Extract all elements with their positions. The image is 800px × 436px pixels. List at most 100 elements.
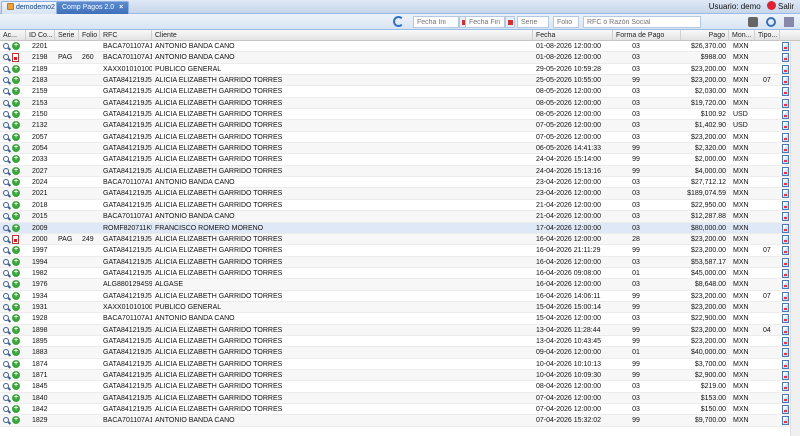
table-row[interactable]: +2015 BACA701107A17 ANTONIO BANDA CANO 21-0… xyxy=(0,211,790,223)
print-icon[interactable] xyxy=(748,17,758,27)
view-magnifier-icon[interactable] xyxy=(3,201,9,208)
document-icon[interactable] xyxy=(782,212,789,222)
table-row[interactable]: +2159 GATA841219J51 ALICIA ELIZABETH GARRI… xyxy=(0,86,790,98)
col-moneda[interactable]: Mon... xyxy=(729,30,755,41)
fecha-fin-input[interactable] xyxy=(465,16,505,28)
table-row[interactable]: +2132 GATA841219J51 ALICIA ELIZABETH GARRI… xyxy=(0,120,790,132)
view-magnifier-icon[interactable] xyxy=(3,156,9,163)
table-row[interactable]: +1934 GATA841219J51 ALICIA ELIZABETH GARRI… xyxy=(0,291,790,302)
tab-demodemo2[interactable]: demodemo2 xyxy=(1,1,61,14)
document-icon[interactable] xyxy=(782,110,789,120)
document-icon[interactable] xyxy=(782,178,789,188)
add-circle-icon[interactable]: + xyxy=(12,325,20,334)
table-row[interactable]: 2198 PAG 260 BACA701107A17 ANTONIO BANDA CAN… xyxy=(0,52,790,64)
calendar-icon[interactable] xyxy=(505,16,515,28)
table-row[interactable]: +1994 GATA841219J51 ALICIA ELIZABETH GARRI… xyxy=(0,256,790,268)
add-circle-icon[interactable]: + xyxy=(12,280,20,289)
refresh-icon[interactable] xyxy=(393,16,404,27)
add-circle-icon[interactable]: + xyxy=(12,257,20,266)
pdf-icon[interactable] xyxy=(12,234,19,244)
document-icon[interactable] xyxy=(782,382,789,392)
document-icon[interactable] xyxy=(782,98,789,108)
table-row[interactable]: +1895 GATA841219J51 ALICIA ELIZABETH GARRI… xyxy=(0,336,790,348)
document-icon[interactable] xyxy=(782,325,789,335)
view-magnifier-icon[interactable] xyxy=(3,269,9,276)
add-circle-icon[interactable]: + xyxy=(12,144,20,153)
export-icon[interactable] xyxy=(784,17,794,27)
rfc-search-input[interactable] xyxy=(583,16,701,28)
col-folio[interactable]: Folio xyxy=(79,30,100,41)
view-magnifier-icon[interactable] xyxy=(3,417,9,424)
view-magnifier-icon[interactable] xyxy=(3,303,9,310)
add-circle-icon[interactable]: + xyxy=(12,359,20,368)
document-icon[interactable] xyxy=(782,76,789,86)
table-row[interactable]: +1928 BACA701107A17 ANTONIO BANDA CANO 15-0… xyxy=(0,313,790,325)
serie-input[interactable] xyxy=(517,16,549,28)
view-magnifier-icon[interactable] xyxy=(3,133,9,140)
col-forma-pago[interactable]: Forma de Pago xyxy=(613,30,681,41)
table-row[interactable]: +2009 ROMF820711KU3FRANCISCO ROMERO MOREN… xyxy=(0,222,790,234)
document-icon[interactable] xyxy=(782,416,789,426)
add-circle-icon[interactable]: + xyxy=(12,336,20,345)
view-magnifier-icon[interactable] xyxy=(3,292,9,299)
view-magnifier-icon[interactable] xyxy=(3,213,9,220)
view-magnifier-icon[interactable] xyxy=(3,111,9,118)
add-circle-icon[interactable]: + xyxy=(12,76,20,85)
add-circle-icon[interactable]: + xyxy=(12,166,20,175)
close-icon[interactable]: × xyxy=(119,2,123,14)
col-rfc[interactable]: RFC xyxy=(100,30,152,41)
table-row[interactable]: 2000 PAG 249 GATA841219J51 ALICIA ELIZABETH … xyxy=(0,233,790,246)
add-circle-icon[interactable]: + xyxy=(12,178,20,187)
document-icon[interactable] xyxy=(782,370,789,380)
add-circle-icon[interactable]: + xyxy=(12,212,20,221)
document-icon[interactable] xyxy=(782,121,789,131)
view-magnifier-icon[interactable] xyxy=(3,145,9,152)
table-row[interactable]: +1931 XAXX010101000 PUBLICO GENERAL 15-04-2… xyxy=(0,301,790,314)
view-magnifier-icon[interactable] xyxy=(3,394,9,401)
document-icon[interactable] xyxy=(782,336,789,346)
document-icon[interactable] xyxy=(782,200,789,210)
document-icon[interactable] xyxy=(782,359,789,369)
table-row[interactable]: +1842 GATA841219J51 ALICIA ELIZABETH GARRI… xyxy=(0,404,790,416)
document-icon[interactable] xyxy=(782,155,789,165)
add-circle-icon[interactable]: + xyxy=(12,155,20,164)
table-row[interactable]: +1874 GATA841219J51 ALICIA ELIZABETH GARRI… xyxy=(0,359,790,370)
document-icon[interactable] xyxy=(782,144,789,154)
add-circle-icon[interactable]: + xyxy=(12,98,20,107)
add-circle-icon[interactable]: + xyxy=(12,132,20,141)
exit-link[interactable]: Salir xyxy=(778,2,794,11)
table-row[interactable]: +2183 GATA841219J51 ALICIA ELIZABETH GARRI… xyxy=(0,75,790,87)
fecha-ini-input[interactable] xyxy=(413,16,459,28)
vertical-scrollbar[interactable] xyxy=(790,41,800,436)
view-magnifier-icon[interactable] xyxy=(3,167,9,174)
table-row[interactable]: +1871 GATA841219J51 ALICIA ELIZABETH GARRI… xyxy=(0,369,790,382)
table-row[interactable]: +2150 GATA841219J51 ALICIA ELIZABETH GARRI… xyxy=(0,109,790,121)
view-magnifier-icon[interactable] xyxy=(3,247,9,254)
view-magnifier-icon[interactable] xyxy=(3,337,9,344)
add-circle-icon[interactable]: + xyxy=(12,200,20,209)
pdf-icon[interactable] xyxy=(12,53,19,63)
add-circle-icon[interactable]: + xyxy=(12,405,20,413)
view-magnifier-icon[interactable] xyxy=(3,88,9,95)
table-row[interactable]: +2024 BACA701107A17 ANTONIO BANDA CANO 23-0… xyxy=(0,177,790,189)
document-icon[interactable] xyxy=(782,291,789,301)
document-icon[interactable] xyxy=(782,189,789,199)
document-icon[interactable] xyxy=(782,314,789,324)
document-icon[interactable] xyxy=(782,348,789,358)
add-circle-icon[interactable]: + xyxy=(12,189,20,198)
view-magnifier-icon[interactable] xyxy=(3,371,9,378)
table-row[interactable]: +1898 GATA841219J51 ALICIA ELIZABETH GARRI… xyxy=(0,324,790,336)
document-icon[interactable] xyxy=(782,280,789,290)
document-icon[interactable] xyxy=(782,223,789,233)
add-circle-icon[interactable]: + xyxy=(12,223,20,232)
document-icon[interactable] xyxy=(782,302,789,312)
add-circle-icon[interactable]: + xyxy=(12,42,20,50)
col-tipo[interactable]: Tipo... xyxy=(755,30,780,41)
col-cliente[interactable]: Cliente xyxy=(152,30,533,41)
table-row[interactable]: +2153 GATA841219J51 ALICIA ELIZABETH GARRI… xyxy=(0,97,790,110)
tab-comp-pagos[interactable]: Comp Pagos 2.0 × xyxy=(56,1,130,14)
table-row[interactable]: +1883 GATA841219J51 ALICIA ELIZABETH GARRI… xyxy=(0,347,790,359)
table-row[interactable]: +1840 GATA841219J51 ALICIA ELIZABETH GARRI… xyxy=(0,392,790,404)
view-magnifier-icon[interactable] xyxy=(3,54,9,61)
view-magnifier-icon[interactable] xyxy=(3,406,9,412)
